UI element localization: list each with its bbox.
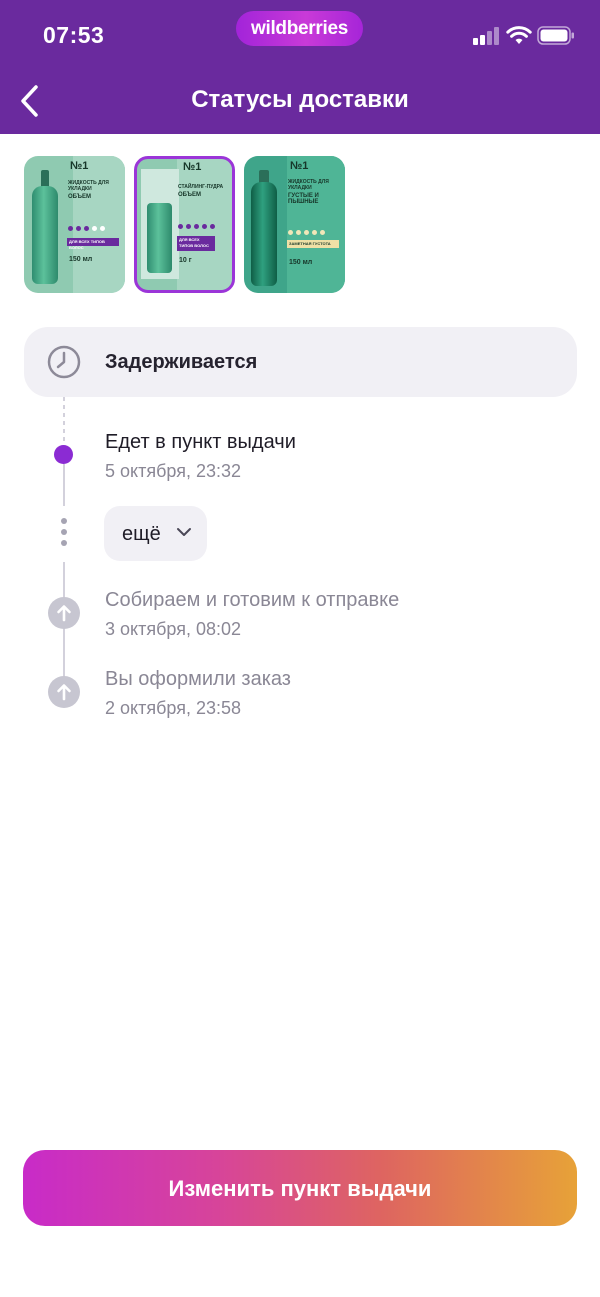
product-band-text: ЗАМЕТНАЯ ГУСТОТА <box>289 241 331 246</box>
product-volume: 150 мл <box>289 259 313 266</box>
more-dots-icon <box>60 518 68 548</box>
page-title: Статусы доставки <box>191 86 409 113</box>
rating-dots <box>178 216 218 229</box>
timeline-connector <box>63 464 65 506</box>
current-status-label: Задерживается <box>105 351 258 373</box>
product-brand-mark: №1 <box>183 161 202 173</box>
product-subtitle: ОБЪЕМ <box>68 194 91 200</box>
timeline-event-title: Вы оформили заказ <box>105 668 291 690</box>
app-header: 07:53 wildberries Статусы доставки <box>0 0 600 134</box>
rating-dots <box>68 218 108 231</box>
bottle-image <box>32 186 58 284</box>
timeline-event-title: Собираем и готовим к отправке <box>105 589 400 611</box>
jar-image <box>147 203 172 273</box>
arrow-up-icon <box>48 676 80 708</box>
rating-dots <box>288 222 328 235</box>
timeline-event-date: 2 октября, 23:58 <box>105 698 242 718</box>
change-pickup-point-button[interactable]: Изменить пункт выдачи <box>23 1150 577 1226</box>
timeline-event-title: Едет в пункт выдачи <box>105 431 296 453</box>
product-thumbnail[interactable]: №1 ЖИДКОСТЬ ДЛЯ УКЛАДКИ ГУСТЫЕ И ПЫШНЫЕ … <box>244 156 345 293</box>
cta-label: Изменить пункт выдачи <box>168 1176 432 1201</box>
current-status-card: Задерживается <box>24 327 577 397</box>
status-bar-time: 07:53 <box>43 22 105 48</box>
product-title: ЖИДКОСТЬ ДЛЯ УКЛАДКИ <box>68 180 109 192</box>
product-brand-mark: №1 <box>70 160 89 172</box>
timeline-dashed-connector <box>63 397 65 445</box>
arrow-up-icon <box>48 597 80 629</box>
timeline-event-date: 5 октября, 23:32 <box>105 461 242 481</box>
product-thumbnail-selected[interactable]: №1 СТАЙЛИНГ-ПУДРА ОБЪЕМ ДЛЯ ВСЕХ ТИПОВ В… <box>134 156 235 293</box>
signal-icon <box>473 27 501 45</box>
bottle-image <box>251 182 277 286</box>
product-subtitle: ГУСТЫЕ И ПЫШНЫЕ <box>288 193 319 205</box>
chevron-down-icon <box>177 528 191 536</box>
product-band-text: ДЛЯ ВСЕХ ТИПОВ ВОЛОС <box>179 237 209 248</box>
brand-logo[interactable]: wildberries <box>236 11 363 46</box>
product-subtitle: ОБЪЕМ <box>178 192 201 198</box>
product-brand-mark: №1 <box>290 160 309 172</box>
timeline-connector <box>63 628 65 678</box>
product-volume: 150 мл <box>69 256 93 263</box>
battery-icon <box>537 26 574 45</box>
product-volume: 10 г <box>179 257 192 264</box>
product-thumbnail[interactable]: №1 ЖИДКОСТЬ ДЛЯ УКЛАДКИ ОБЪЕМ ДЛЯ ВСЕХ Т… <box>24 156 125 293</box>
product-title: ЖИДКОСТЬ ДЛЯ УКЛАДКИ <box>288 179 329 191</box>
timeline-connector <box>63 562 65 598</box>
clock-icon <box>47 345 81 379</box>
timeline-active-dot <box>54 445 73 464</box>
show-more-label: ещё <box>122 523 161 545</box>
timeline-event-date: 3 октября, 08:02 <box>105 619 242 639</box>
wifi-icon <box>506 26 532 44</box>
show-more-button[interactable]: ещё <box>104 506 207 561</box>
product-band-text: ДЛЯ ВСЕХ ТИПОВ ВОЛОС <box>69 239 105 250</box>
product-title: СТАЙЛИНГ-ПУДРА <box>178 184 224 190</box>
